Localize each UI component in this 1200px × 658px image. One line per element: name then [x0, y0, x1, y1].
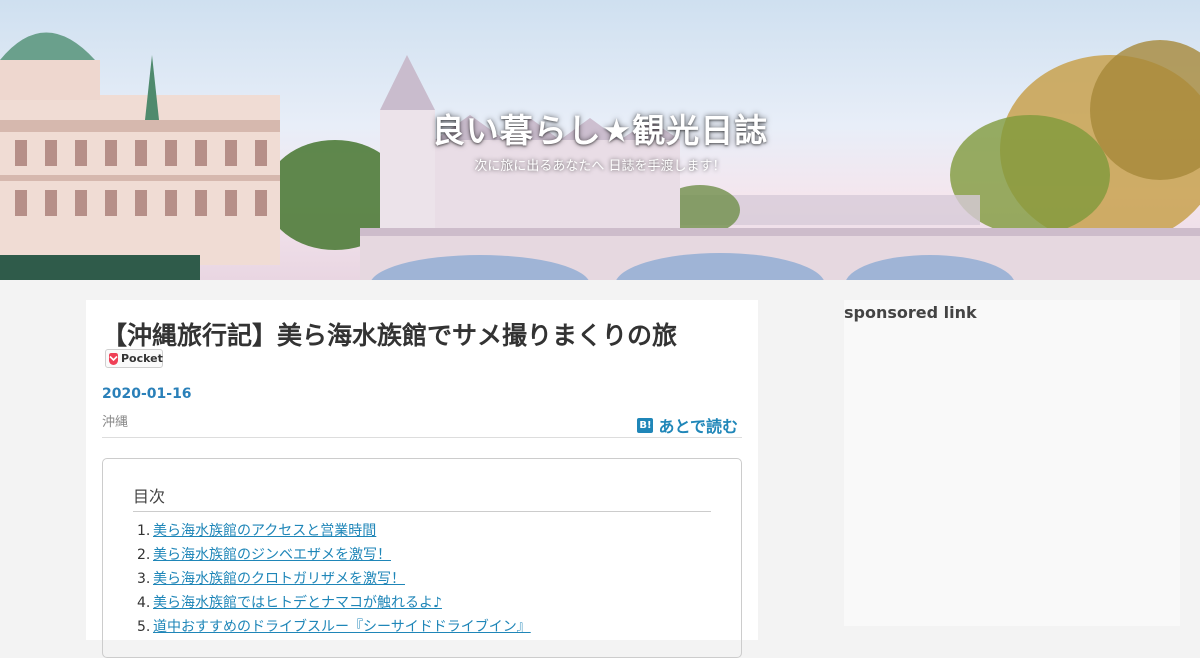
toc-link[interactable]: 美ら海水族館ではヒトデとナマコが触れるよ♪: [153, 595, 442, 611]
hatena-bookmark-button[interactable]: B! あとで読む: [637, 413, 738, 437]
toc-item-number: 3.: [137, 571, 151, 587]
article-card: 【沖縄旅行記】美ら海水族館でサメ撮りまくりの旅 Pocket 2020-01-1…: [86, 300, 758, 658]
entry-title: 【沖縄旅行記】美ら海水族館でサメ撮りまくりの旅: [102, 321, 678, 350]
toc-item: 5. 道中おすすめのドライブスルー『シーサイドドライブイン』: [137, 615, 531, 639]
toc-item-number: 2.: [137, 547, 151, 563]
toc-item: 2. 美ら海水族館のジンベエザメを激写！: [137, 543, 531, 567]
header-banner: 良い暮らし★観光日誌 次に旅に出るあなたへ 日誌を手渡します！: [0, 0, 1200, 280]
site-description: 次に旅に出るあなたへ 日誌を手渡します！: [474, 159, 726, 174]
toc-item-number: 5.: [137, 619, 151, 635]
toc-item: 1. 美ら海水族館のアクセスと営業時間: [137, 519, 531, 543]
hatena-bookmark-icon: B!: [637, 417, 654, 433]
pocket-icon: [109, 352, 118, 365]
toc-link[interactable]: 美ら海水族館のアクセスと営業時間: [153, 523, 376, 539]
entry-category-link[interactable]: 沖縄: [102, 411, 128, 430]
sponsored-link-heading: sponsored link: [844, 303, 977, 322]
entry-date: 2020-01-16: [102, 386, 192, 402]
toc-link[interactable]: 美ら海水族館のクロトガリザメを激写！: [153, 571, 405, 587]
toc-item: 3. 美ら海水族館のクロトガリザメを激写！: [137, 567, 531, 591]
pocket-label: Pocket: [121, 352, 163, 365]
pocket-button[interactable]: Pocket: [105, 349, 163, 368]
hatena-bookmark-label: あとで読む: [658, 417, 738, 436]
toc-item-number: 4.: [137, 595, 151, 611]
toc-link[interactable]: 美ら海水族館のジンベエザメを激写！: [153, 547, 391, 563]
toc-list: 1. 美ら海水族館のアクセスと営業時間 2. 美ら海水族館のジンベエザメを激写！ 3…: [137, 519, 531, 639]
table-of-contents: 目次 1. 美ら海水族館のアクセスと営業時間 2. 美ら海水族館のジンベエザメを激写…: [102, 458, 742, 658]
toc-divider: [133, 511, 711, 512]
toc-item: 4. 美ら海水族館ではヒトデとナマコが触れるよ♪: [137, 591, 531, 615]
site-title-link[interactable]: 良い暮らし★観光日誌: [0, 104, 1200, 152]
toc-link[interactable]: 道中おすすめのドライブスルー『シーサイドドライブイン』: [153, 619, 531, 635]
meta-divider: [102, 437, 742, 438]
toc-item-number: 1.: [137, 523, 151, 539]
toc-title: 目次: [133, 487, 166, 506]
sidebar-ad-area: sponsored link: [844, 300, 1180, 626]
